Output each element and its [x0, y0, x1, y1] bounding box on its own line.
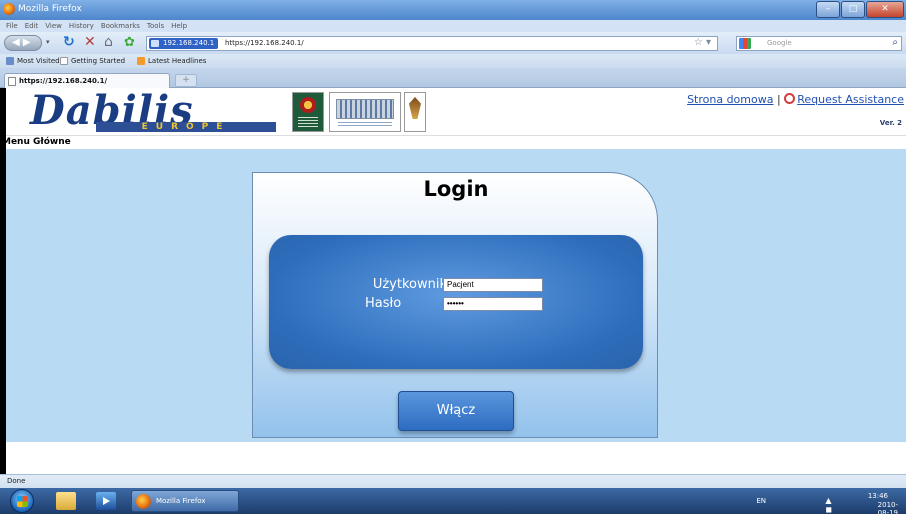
bookmarks-toolbar: Most Visited Getting Started Latest Head…	[0, 54, 906, 68]
password-label: Hasło	[365, 296, 402, 311]
window-titlebar: Mozilla Firefox – □ ✕	[0, 0, 906, 20]
version-label: Ver. 2	[879, 119, 902, 127]
home-link[interactable]: Strona domowa	[687, 93, 773, 106]
rss-icon	[137, 57, 145, 65]
username-row: Użytkownik Pacjent	[269, 277, 643, 293]
password-field[interactable]: ••••••	[443, 297, 543, 311]
link-separator: |	[776, 93, 781, 106]
firefox-icon	[136, 494, 151, 509]
taskbar-task-label: Mozilla Firefox	[156, 497, 206, 505]
windows-taskbar: Mozilla Firefox EN ▲ ◼ ◢ ◀ 13:46 2010-08…	[0, 488, 906, 514]
taskbar-firefox-button[interactable]: Mozilla Firefox	[131, 490, 239, 512]
logo-band: EUROPE	[96, 122, 276, 132]
logo[interactable]: Dabilis EUROPE	[6, 88, 292, 135]
start-button[interactable]	[10, 489, 34, 513]
building-emblem	[329, 92, 401, 132]
menu-bar: File Edit View History Bookmarks Tools H…	[0, 20, 906, 32]
clock-date[interactable]: 2010-08-19	[878, 501, 898, 514]
menu-file[interactable]: File	[6, 22, 18, 30]
search-bar[interactable]: Google ⌕	[736, 36, 902, 51]
menu-edit[interactable]: Edit	[25, 22, 39, 30]
page-header: Dabilis EUROPE Strona domowa | Request A…	[6, 88, 906, 136]
login-form: Użytkownik Pacjent Hasło ••••••	[269, 235, 643, 369]
content-area: Login Użytkownik Pacjent Hasło •••••• Wł…	[6, 149, 906, 442]
tray-icons[interactable]: ▲ ◼ ◢ ◀	[825, 496, 838, 514]
screen: Mozilla Firefox – □ ✕ File Edit View His…	[0, 0, 906, 514]
stop-icon[interactable]: ✕	[84, 34, 96, 50]
bookmark-star-icon[interactable]: ☆ ▾	[694, 37, 711, 48]
tab-bar: https://192.168.240.1/ +	[0, 68, 906, 88]
url-bar[interactable]: 192.168.240.1 https://192.168.240.1/ ☆ ▾	[146, 36, 718, 51]
username-field[interactable]: Pacjent	[443, 278, 543, 292]
history-dropdown-icon[interactable]: ▾	[46, 38, 50, 46]
home-icon[interactable]: ⌂	[104, 34, 113, 50]
search-input[interactable]: Google	[767, 39, 792, 47]
maximize-button[interactable]: □	[841, 1, 865, 18]
page-icon	[60, 57, 68, 65]
main-menu-title: Menu Główne	[6, 137, 71, 147]
crest-emblem	[404, 92, 426, 132]
assistance-icon	[784, 93, 796, 104]
page-footer-space	[6, 442, 906, 474]
most-visited-icon	[6, 57, 14, 65]
username-label: Użytkownik	[372, 277, 447, 292]
minimize-button[interactable]: –	[816, 1, 840, 18]
addon-icon[interactable]: ✿	[124, 35, 135, 50]
search-engine-icon[interactable]	[739, 38, 751, 49]
menu-tools[interactable]: Tools	[147, 22, 164, 30]
status-text: Done	[7, 477, 26, 485]
request-assistance-link[interactable]: Request Assistance	[797, 93, 904, 106]
window-title: Mozilla Firefox	[18, 4, 82, 14]
bookmark-most-visited[interactable]: Most Visited	[6, 57, 60, 65]
site-identity-badge[interactable]: 192.168.240.1	[149, 38, 219, 49]
search-icon[interactable]: ⌕	[892, 37, 898, 48]
back-forward-button[interactable]: ◀ ▶	[4, 35, 42, 51]
crest-icon	[409, 97, 421, 119]
language-indicator[interactable]: EN	[756, 497, 766, 505]
close-button[interactable]: ✕	[866, 1, 904, 18]
media-player-icon[interactable]	[96, 492, 116, 510]
window-controls: – □ ✕	[816, 1, 904, 19]
login-submit-button[interactable]: Włącz	[398, 391, 514, 431]
building-icon	[336, 99, 394, 119]
clock-time[interactable]: 13:46	[868, 491, 888, 501]
menu-help[interactable]: Help	[171, 22, 187, 30]
university-emblem	[292, 92, 324, 132]
header-links: Strona domowa | Request Assistance	[687, 93, 904, 106]
menu-view[interactable]: View	[45, 22, 62, 30]
page-content: Dabilis EUROPE Strona domowa | Request A…	[6, 88, 906, 474]
bookmark-getting-started[interactable]: Getting Started	[60, 57, 125, 65]
tab-active[interactable]: https://192.168.240.1/	[4, 73, 170, 88]
tab-label: https://192.168.240.1/	[19, 77, 108, 85]
firefox-icon	[3, 3, 15, 15]
menu-bookmarks[interactable]: Bookmarks	[101, 22, 140, 30]
reload-icon[interactable]: ↻	[63, 34, 75, 50]
main-menu-strip: Menu Główne	[6, 135, 906, 148]
windows-logo-icon	[17, 496, 28, 507]
explorer-icon[interactable]	[56, 492, 76, 510]
login-panel: Login Użytkownik Pacjent Hasło •••••• Wł…	[252, 172, 658, 438]
bookmark-latest-headlines[interactable]: Latest Headlines	[137, 57, 206, 65]
navigation-toolbar: ◀ ▶ ▾ ↻ ✕ ⌂ ✿ 192.168.240.1 https://192.…	[0, 32, 906, 54]
back-icon: ◀ ▶	[12, 37, 31, 48]
password-row: Hasło ••••••	[269, 296, 643, 312]
menu-history[interactable]: History	[69, 22, 94, 30]
page-icon	[8, 77, 16, 86]
university-seal-icon	[300, 97, 316, 113]
login-title: Login	[423, 177, 489, 201]
status-bar: Done	[0, 474, 906, 488]
url-text[interactable]: https://192.168.240.1/	[225, 39, 304, 47]
new-tab-button[interactable]: +	[175, 74, 197, 87]
